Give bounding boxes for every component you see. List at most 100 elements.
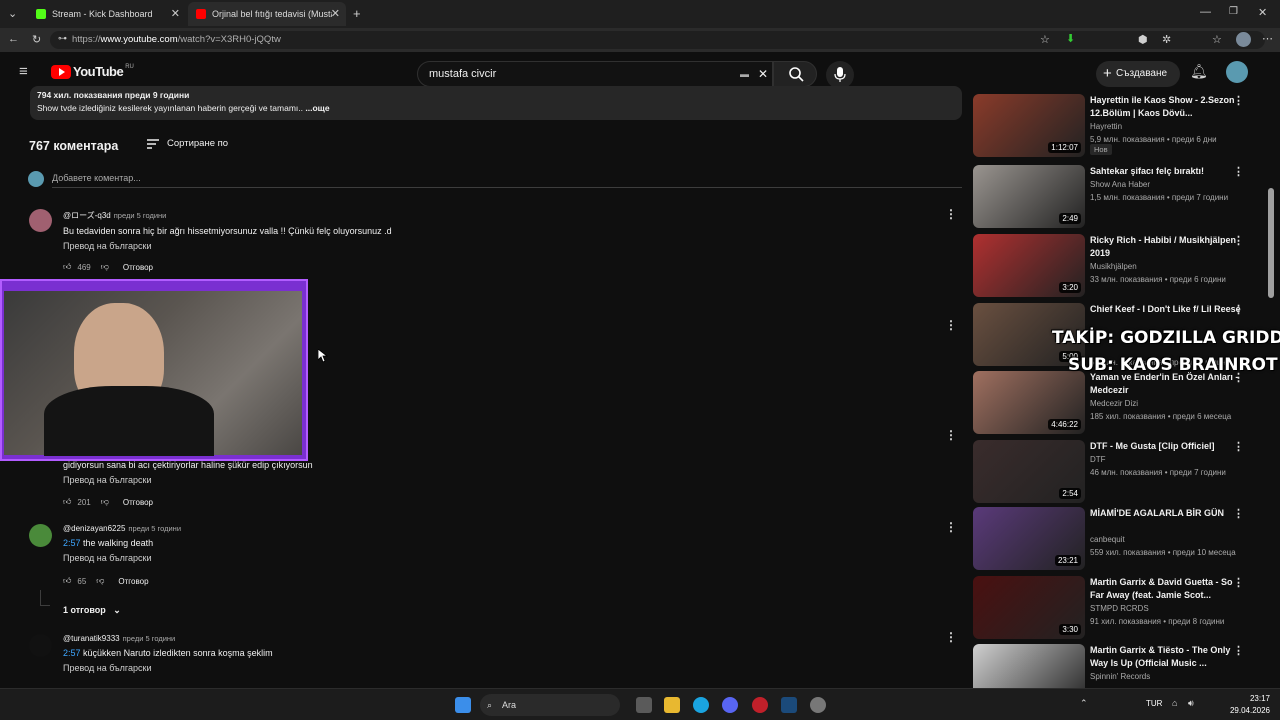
favorites-bar-icon[interactable]: ☆ (1212, 33, 1222, 46)
dislike-icon[interactable]: 👎︎ (101, 262, 109, 272)
network-icon[interactable]: ⌂ (1172, 698, 1177, 708)
video-thumbnail[interactable]: 3:30 (973, 576, 1085, 639)
video-title[interactable]: Martin Garrix & Tiësto - The Only Way Is… (1090, 644, 1242, 670)
tray-chevron-icon[interactable]: ⌃ (1080, 698, 1088, 709)
video-channel[interactable]: canbequit (1090, 535, 1125, 544)
video-menu-icon[interactable]: ⋮ (1233, 576, 1244, 589)
related-video-item[interactable]: 4:46:22 Yaman ve Ender'in En Özel Anları … (973, 371, 1263, 435)
video-thumbnail[interactable]: 2:54 (973, 440, 1085, 503)
minimize-icon[interactable]: — (1200, 6, 1211, 18)
comment-avatar[interactable] (29, 524, 52, 547)
video-thumbnail[interactable]: 3:20 (973, 234, 1085, 297)
video-menu-icon[interactable]: ⋮ (1233, 165, 1244, 178)
close-tab-icon[interactable]: ✕ (171, 7, 180, 20)
related-video-item[interactable]: 2:54 DTF - Me Gusta [Clip Officiel] DTF 46 … (973, 440, 1263, 504)
url-field[interactable]: https://www.youtube.com/watch?v=X3RH0-jQ… (50, 31, 1265, 49)
language-indicator[interactable]: TUR (1146, 699, 1162, 708)
comment-menu-icon[interactable]: ⋮ (945, 630, 957, 644)
translate-link[interactable]: Превод на български (63, 663, 273, 673)
video-thumbnail[interactable]: 2:49 (973, 165, 1085, 228)
video-title[interactable]: Sahtekar şifacı felç bıraktı! (1090, 165, 1242, 178)
extension-icon[interactable]: ⬢ (1138, 33, 1148, 46)
close-tab-icon[interactable]: ✕ (331, 7, 340, 20)
comment-time[interactable]: преди 5 години (114, 211, 167, 220)
sort-button[interactable]: Сортиране по (147, 138, 228, 149)
taskbar-search[interactable]: ⌕ Ara (480, 694, 620, 716)
dislike-icon[interactable]: 👎︎ (101, 497, 109, 507)
clear-search-icon[interactable]: ✕ (758, 62, 768, 86)
video-title[interactable]: Martin Garrix & David Guetta - So Far Aw… (1090, 576, 1242, 602)
comment-menu-icon[interactable]: ⋮ (945, 520, 957, 534)
reply-button[interactable]: Отговор (118, 577, 148, 586)
video-channel[interactable]: Musikhjälpen (1090, 262, 1137, 271)
comment-menu-icon[interactable]: ⋮ (945, 318, 957, 332)
tab-list-icon[interactable]: ⌄ (8, 7, 17, 20)
obs-icon[interactable] (810, 697, 826, 713)
reply-button[interactable]: Отговор (123, 498, 153, 507)
comment-author[interactable]: @denizayan6225 (63, 524, 125, 533)
window-close-icon[interactable]: ✕ (1258, 6, 1267, 19)
comment-time[interactable]: преди 5 години (128, 524, 181, 533)
app-icon[interactable] (752, 697, 768, 713)
translate-link[interactable]: Превод на български (63, 553, 181, 563)
tab-youtube[interactable]: Orjinal bel fıtığı tedavisi (Mustafa C ✕ (188, 2, 346, 26)
hamburger-menu-icon[interactable]: ≡ (19, 63, 28, 80)
comment-author[interactable]: @turanatik9333 (63, 634, 120, 643)
video-channel[interactable]: STMPD RCRDS (1090, 604, 1149, 613)
video-channel[interactable]: Medcezir Dizi (1090, 399, 1138, 408)
task-view-icon[interactable] (636, 697, 652, 713)
reload-icon[interactable]: ↻ (32, 33, 41, 46)
video-menu-icon[interactable]: ⋮ (1233, 507, 1244, 520)
favorite-icon[interactable]: ☆ (1040, 33, 1050, 46)
video-channel[interactable]: Hayrettin (1090, 122, 1122, 131)
related-video-item[interactable]: 3:30 Martin Garrix & David Guetta - So Fa… (973, 576, 1263, 640)
like-icon[interactable]: 👍︎ (63, 576, 71, 586)
discord-icon[interactable] (722, 697, 738, 713)
comment-author[interactable]: @ローズ-q3d (63, 211, 111, 220)
dislike-icon[interactable]: 👎︎ (96, 576, 104, 586)
video-thumbnail[interactable]: 23:21 (973, 507, 1085, 570)
notifications-bell-icon[interactable]: 🔔︎ (1190, 63, 1208, 80)
site-info-icon[interactable]: ⊶ (58, 33, 67, 44)
video-title[interactable]: Chief Keef - I Don't Like f/ Lil Reese (1090, 303, 1242, 316)
video-menu-icon[interactable]: ⋮ (1233, 234, 1244, 247)
create-button[interactable]: + Създаване (1096, 61, 1180, 87)
like-icon[interactable]: 👍︎ (63, 262, 71, 272)
new-tab-icon[interactable]: + (353, 6, 361, 21)
comment-time[interactable]: преди 5 години (123, 634, 176, 643)
extension-download-icon[interactable]: ⬇ (1066, 32, 1075, 45)
comment-menu-icon[interactable]: ⋮ (945, 428, 957, 442)
video-title[interactable]: DTF - Me Gusta [Clip Officiel] (1090, 440, 1242, 453)
page-scrollbar[interactable] (1268, 188, 1274, 298)
reply-button[interactable]: Отговор (123, 263, 153, 272)
video-timestamp-link[interactable]: 2:57 (63, 648, 81, 658)
like-icon[interactable]: 👍︎ (63, 497, 71, 507)
video-menu-icon[interactable]: ⋮ (1233, 303, 1244, 316)
video-description[interactable]: 794 хил. показвания преди 9 години Show … (30, 86, 962, 120)
video-channel[interactable]: DTF (1090, 455, 1106, 464)
windows-start-icon[interactable] (455, 697, 471, 713)
volume-icon[interactable]: 🔊︎ (1188, 698, 1194, 709)
tab-kick-dashboard[interactable]: Stream - Kick Dashboard ✕ (28, 2, 186, 26)
keyboard-icon[interactable]: ▬ (740, 62, 749, 86)
video-thumbnail[interactable]: 4:46:22 (973, 371, 1085, 434)
puzzle-icon[interactable]: ✲ (1162, 33, 1171, 46)
video-title[interactable]: Ricky Rich - Habibi / Musikhjälpen 2019 (1090, 234, 1242, 260)
show-replies-button[interactable]: 1 отговор ⌄ (63, 605, 121, 616)
video-channel[interactable]: Spinnin' Records (1090, 672, 1150, 681)
comment-menu-icon[interactable]: ⋮ (945, 207, 957, 221)
account-avatar[interactable] (1226, 61, 1248, 83)
related-video-item[interactable]: 2:49 Sahtekar şifacı felç bıraktı! Show An… (973, 165, 1263, 229)
back-icon[interactable]: ← (8, 33, 19, 45)
youtube-logo[interactable]: YouTube RU (51, 64, 134, 79)
edge-browser-icon[interactable] (693, 697, 709, 713)
file-explorer-icon[interactable] (664, 697, 680, 713)
system-clock[interactable]: 23:17 29.04.2026 (1230, 693, 1270, 717)
video-channel[interactable]: Show Ana Haber (1090, 180, 1150, 189)
video-menu-icon[interactable]: ⋮ (1233, 440, 1244, 453)
video-menu-icon[interactable]: ⋮ (1233, 94, 1244, 107)
video-menu-icon[interactable]: ⋮ (1233, 644, 1244, 657)
maximize-icon[interactable]: ❐ (1229, 6, 1238, 17)
video-thumbnail[interactable]: 1:12:07 (973, 94, 1085, 157)
search-button[interactable] (773, 61, 817, 87)
